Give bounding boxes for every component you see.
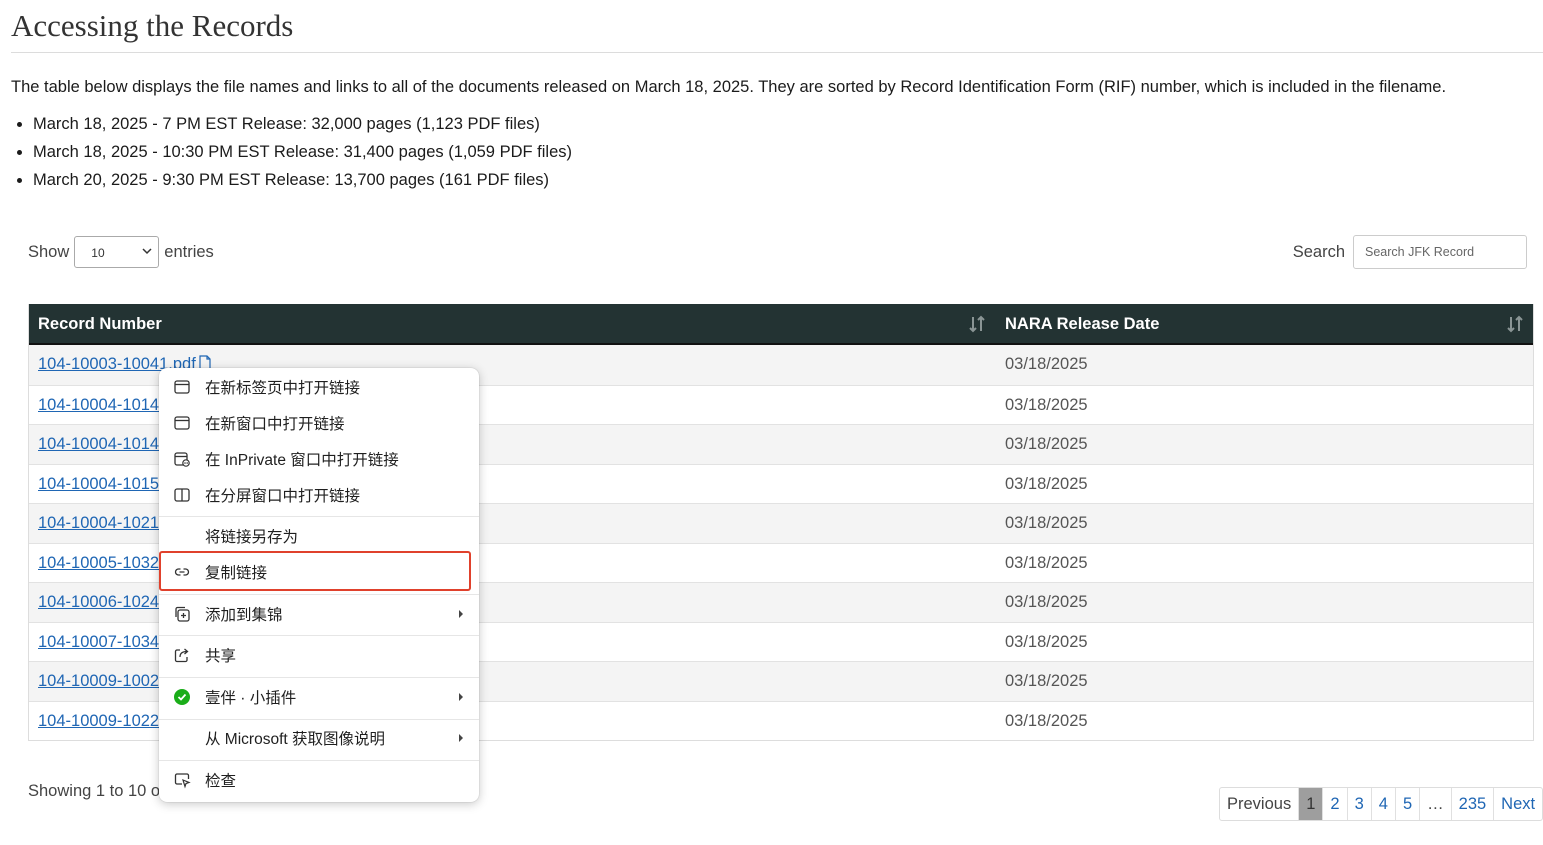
new-tab-icon xyxy=(172,377,192,397)
release-list: March 18, 2025 - 7 PM EST Release: 32,00… xyxy=(15,112,572,196)
release-item: March 18, 2025 - 7 PM EST Release: 32,00… xyxy=(15,112,572,140)
menu-item-share[interactable]: 共享 xyxy=(159,637,479,673)
menu-separator xyxy=(159,760,479,761)
record-link[interactable]: 104-10005-1032 xyxy=(38,554,159,573)
entries-select[interactable]: 10 xyxy=(74,236,160,268)
menu-item-open-new-window[interactable]: 在新窗口中打开链接 xyxy=(159,405,479,441)
chevron-right-icon xyxy=(459,693,463,701)
page-button[interactable]: 4 xyxy=(1370,788,1395,820)
pagination: Previous 1 2 3 4 5 … 235 Next xyxy=(1219,787,1543,821)
menu-item-inspect[interactable]: 检查 xyxy=(159,762,479,798)
chevron-right-icon xyxy=(459,610,463,618)
release-date: 03/18/2025 xyxy=(1005,435,1088,453)
menu-separator xyxy=(159,635,479,636)
column-header-record-number[interactable]: Record Number xyxy=(38,315,162,334)
page-button[interactable]: 5 xyxy=(1394,788,1419,820)
release-date: 03/18/2025 xyxy=(1005,474,1088,493)
split-screen-icon xyxy=(172,485,192,505)
search-control: Search xyxy=(1293,235,1527,269)
release-date: 03/18/2025 xyxy=(1005,553,1088,572)
entries-value: 10 xyxy=(91,246,105,260)
inspect-icon xyxy=(172,770,192,790)
release-item: March 20, 2025 - 9:30 PM EST Release: 13… xyxy=(15,168,572,196)
record-link[interactable]: 104-10009-1002 xyxy=(38,672,159,691)
release-date: 03/18/2025 xyxy=(1005,711,1088,730)
release-date: 03/18/2025 xyxy=(1005,672,1088,690)
menu-item-label: 壹伴 · 小插件 xyxy=(205,690,297,707)
menu-item-yiban-extension[interactable]: 壹伴 · 小插件 xyxy=(159,679,479,715)
menu-separator xyxy=(159,516,479,517)
release-date: 03/18/2025 xyxy=(1005,514,1088,532)
menu-item-label: 在 InPrivate 窗口中打开链接 xyxy=(205,452,399,469)
menu-item-label: 共享 xyxy=(205,648,237,665)
search-label: Search xyxy=(1292,242,1345,261)
release-date: 03/18/2025 xyxy=(1005,632,1088,651)
release-date: 03/18/2025 xyxy=(1005,395,1088,414)
menu-item-open-inprivate[interactable]: 在 InPrivate 窗口中打开链接 xyxy=(159,441,479,477)
page-button-last[interactable]: 235 xyxy=(1450,788,1494,820)
column-header-release-date[interactable]: NARA Release Date xyxy=(1005,315,1159,334)
menu-item-label: 在分屏窗口中打开链接 xyxy=(205,488,361,505)
collections-icon xyxy=(172,604,192,624)
menu-item-label: 将链接另存为 xyxy=(205,529,299,546)
record-link[interactable]: 104-10004-1015 xyxy=(38,475,159,494)
menu-item-add-to-collections[interactable]: 添加到集锦 xyxy=(159,596,479,632)
chevron-right-icon xyxy=(459,734,463,742)
menu-item-label: 在新窗口中打开链接 xyxy=(205,416,345,433)
title-divider xyxy=(11,52,1543,53)
entries-label: entries xyxy=(164,242,214,261)
release-date: 03/18/2025 xyxy=(1005,593,1088,611)
inprivate-window-icon xyxy=(172,449,192,469)
record-link[interactable]: 104-10004-1021 xyxy=(38,514,159,533)
record-link[interactable]: 104-10004-1014 xyxy=(38,435,159,454)
release-item: March 18, 2025 - 10:30 PM EST Release: 3… xyxy=(15,140,572,168)
release-date: 03/18/2025 xyxy=(1005,355,1088,373)
show-label: Show xyxy=(28,242,70,261)
new-window-icon xyxy=(172,413,192,433)
page-button-current[interactable]: 1 xyxy=(1298,788,1323,820)
search-input[interactable] xyxy=(1353,235,1527,269)
menu-separator xyxy=(159,677,479,678)
page-title: Accessing the Records xyxy=(11,8,294,43)
table-info: Showing 1 to 10 o xyxy=(28,782,161,800)
next-page-button[interactable]: Next xyxy=(1493,788,1542,820)
table-header: Record Number NARA Release Date xyxy=(29,304,1533,345)
menu-separator xyxy=(159,594,479,595)
page-button[interactable]: 2 xyxy=(1322,788,1346,820)
entries-control: Show 10 entries xyxy=(28,236,214,268)
menu-item-open-new-tab[interactable]: 在新标签页中打开链接 xyxy=(159,369,479,405)
record-link[interactable]: 104-10006-1024 xyxy=(38,593,159,612)
record-link[interactable]: 104-10004-1014 xyxy=(38,396,159,415)
yiban-extension-icon xyxy=(172,687,192,707)
intro-text: The table below displays the file names … xyxy=(11,78,1447,96)
menu-item-image-descriptions[interactable]: 从 Microsoft 获取图像说明 xyxy=(159,720,479,756)
share-icon xyxy=(172,645,192,665)
context-menu: 在新标签页中打开链接 在新窗口中打开链接 在 InPrivate 窗口中打开链接… xyxy=(159,368,479,802)
record-link[interactable]: 104-10009-1022 xyxy=(38,712,159,731)
menu-item-save-link-as[interactable]: 将链接另存为 xyxy=(159,518,479,554)
chevron-down-icon xyxy=(142,248,152,255)
menu-item-label: 添加到集锦 xyxy=(205,607,283,624)
menu-item-label: 检查 xyxy=(205,773,237,790)
menu-item-open-split-screen[interactable]: 在分屏窗口中打开链接 xyxy=(159,477,479,513)
sort-icon[interactable] xyxy=(967,314,987,334)
previous-page-button[interactable]: Previous xyxy=(1220,788,1298,820)
menu-item-label: 在新标签页中打开链接 xyxy=(205,380,361,397)
menu-item-label: 从 Microsoft 获取图像说明 xyxy=(205,731,385,748)
highlight-box xyxy=(159,551,471,591)
page-button[interactable]: 3 xyxy=(1346,788,1371,820)
sort-icon[interactable] xyxy=(1505,314,1525,334)
record-link[interactable]: 104-10007-1034 xyxy=(38,633,159,652)
pagination-ellipsis: … xyxy=(1419,788,1451,820)
